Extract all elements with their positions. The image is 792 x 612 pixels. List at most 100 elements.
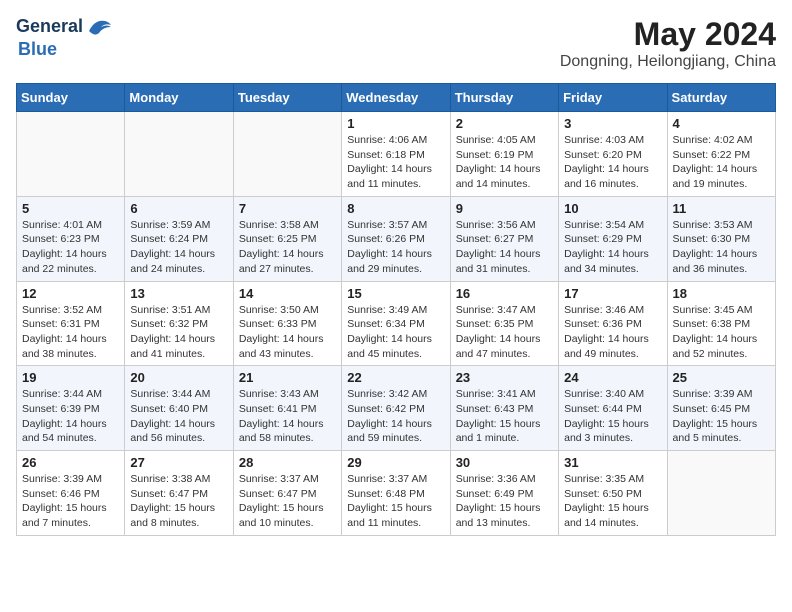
day-number: 23	[456, 370, 553, 385]
day-number: 18	[673, 286, 770, 301]
day-number: 22	[347, 370, 444, 385]
day-number: 15	[347, 286, 444, 301]
day-number: 19	[22, 370, 119, 385]
day-number: 8	[347, 201, 444, 216]
day-info: Sunrise: 3:57 AM Sunset: 6:26 PM Dayligh…	[347, 218, 444, 277]
calendar-week-row: 5 Sunrise: 4:01 AM Sunset: 6:23 PM Daylig…	[17, 196, 776, 281]
calendar-header: SundayMondayTuesdayWednesdayThursdayFrid…	[17, 84, 776, 112]
title-block: May 2024 Dongning, Heilongjiang, China	[560, 16, 776, 71]
day-info: Sunrise: 3:42 AM Sunset: 6:42 PM Dayligh…	[347, 387, 444, 446]
calendar-day-cell: 2 Sunrise: 4:05 AM Sunset: 6:19 PM Daylig…	[450, 112, 558, 197]
day-info: Sunrise: 3:52 AM Sunset: 6:31 PM Dayligh…	[22, 303, 119, 362]
calendar-day-cell: 5 Sunrise: 4:01 AM Sunset: 6:23 PM Daylig…	[17, 196, 125, 281]
weekday-header: Thursday	[450, 84, 558, 112]
day-number: 1	[347, 116, 444, 131]
logo-general: General	[16, 16, 83, 36]
day-info: Sunrise: 3:50 AM Sunset: 6:33 PM Dayligh…	[239, 303, 336, 362]
calendar-day-cell: 21 Sunrise: 3:43 AM Sunset: 6:41 PM Dayli…	[233, 366, 341, 451]
day-number: 29	[347, 455, 444, 470]
calendar-day-cell: 6 Sunrise: 3:59 AM Sunset: 6:24 PM Daylig…	[125, 196, 233, 281]
calendar-day-cell: 30 Sunrise: 3:36 AM Sunset: 6:49 PM Dayli…	[450, 451, 558, 536]
day-info: Sunrise: 4:05 AM Sunset: 6:19 PM Dayligh…	[456, 133, 553, 192]
calendar-day-cell: 9 Sunrise: 3:56 AM Sunset: 6:27 PM Daylig…	[450, 196, 558, 281]
day-number: 30	[456, 455, 553, 470]
day-info: Sunrise: 4:06 AM Sunset: 6:18 PM Dayligh…	[347, 133, 444, 192]
calendar-body: 1 Sunrise: 4:06 AM Sunset: 6:18 PM Daylig…	[17, 112, 776, 536]
day-info: Sunrise: 3:36 AM Sunset: 6:49 PM Dayligh…	[456, 472, 553, 531]
logo-bird-icon	[85, 17, 113, 39]
weekday-header: Saturday	[667, 84, 775, 112]
calendar-day-cell: 10Sunrise: 3:54 AM Sunset: 6:29 PM Dayli…	[559, 196, 667, 281]
calendar-day-cell: 20Sunrise: 3:44 AM Sunset: 6:40 PM Dayli…	[125, 366, 233, 451]
calendar-day-cell: 31 Sunrise: 3:35 AM Sunset: 6:50 PM Dayli…	[559, 451, 667, 536]
weekday-row: SundayMondayTuesdayWednesdayThursdayFrid…	[17, 84, 776, 112]
day-number: 31	[564, 455, 661, 470]
day-number: 24	[564, 370, 661, 385]
day-number: 13	[130, 286, 227, 301]
calendar-day-cell: 22 Sunrise: 3:42 AM Sunset: 6:42 PM Dayli…	[342, 366, 450, 451]
logo: General Blue	[16, 16, 113, 60]
day-info: Sunrise: 3:45 AM Sunset: 6:38 PM Dayligh…	[673, 303, 770, 362]
calendar-day-cell	[233, 112, 341, 197]
calendar-day-cell: 28 Sunrise: 3:37 AM Sunset: 6:47 PM Dayli…	[233, 451, 341, 536]
calendar-day-cell: 19Sunrise: 3:44 AM Sunset: 6:39 PM Dayli…	[17, 366, 125, 451]
day-number: 16	[456, 286, 553, 301]
calendar-table: SundayMondayTuesdayWednesdayThursdayFrid…	[16, 83, 776, 536]
day-info: Sunrise: 3:44 AM Sunset: 6:40 PM Dayligh…	[130, 387, 227, 446]
day-info: Sunrise: 3:37 AM Sunset: 6:47 PM Dayligh…	[239, 472, 336, 531]
calendar-day-cell: 11 Sunrise: 3:53 AM Sunset: 6:30 PM Dayli…	[667, 196, 775, 281]
day-info: Sunrise: 3:35 AM Sunset: 6:50 PM Dayligh…	[564, 472, 661, 531]
day-info: Sunrise: 4:03 AM Sunset: 6:20 PM Dayligh…	[564, 133, 661, 192]
day-number: 25	[673, 370, 770, 385]
day-number: 21	[239, 370, 336, 385]
day-number: 10	[564, 201, 661, 216]
calendar-day-cell: 26 Sunrise: 3:39 AM Sunset: 6:46 PM Dayli…	[17, 451, 125, 536]
day-info: Sunrise: 3:39 AM Sunset: 6:45 PM Dayligh…	[673, 387, 770, 446]
calendar-day-cell: 7Sunrise: 3:58 AM Sunset: 6:25 PM Daylig…	[233, 196, 341, 281]
day-info: Sunrise: 3:39 AM Sunset: 6:46 PM Dayligh…	[22, 472, 119, 531]
calendar-day-cell: 23 Sunrise: 3:41 AM Sunset: 6:43 PM Dayli…	[450, 366, 558, 451]
day-info: Sunrise: 3:37 AM Sunset: 6:48 PM Dayligh…	[347, 472, 444, 531]
calendar-day-cell: 13 Sunrise: 3:51 AM Sunset: 6:32 PM Dayli…	[125, 281, 233, 366]
day-number: 28	[239, 455, 336, 470]
day-info: Sunrise: 3:59 AM Sunset: 6:24 PM Dayligh…	[130, 218, 227, 277]
weekday-header: Friday	[559, 84, 667, 112]
day-number: 5	[22, 201, 119, 216]
calendar-week-row: 19Sunrise: 3:44 AM Sunset: 6:39 PM Dayli…	[17, 366, 776, 451]
calendar-day-cell: 12Sunrise: 3:52 AM Sunset: 6:31 PM Dayli…	[17, 281, 125, 366]
calendar-day-cell: 1 Sunrise: 4:06 AM Sunset: 6:18 PM Daylig…	[342, 112, 450, 197]
calendar-day-cell	[17, 112, 125, 197]
calendar-day-cell: 24Sunrise: 3:40 AM Sunset: 6:44 PM Dayli…	[559, 366, 667, 451]
calendar-day-cell	[125, 112, 233, 197]
day-number: 3	[564, 116, 661, 131]
day-info: Sunrise: 3:38 AM Sunset: 6:47 PM Dayligh…	[130, 472, 227, 531]
calendar-day-cell	[667, 451, 775, 536]
day-info: Sunrise: 3:46 AM Sunset: 6:36 PM Dayligh…	[564, 303, 661, 362]
weekday-header: Monday	[125, 84, 233, 112]
day-number: 27	[130, 455, 227, 470]
day-info: Sunrise: 3:53 AM Sunset: 6:30 PM Dayligh…	[673, 218, 770, 277]
day-info: Sunrise: 3:43 AM Sunset: 6:41 PM Dayligh…	[239, 387, 336, 446]
day-info: Sunrise: 3:47 AM Sunset: 6:35 PM Dayligh…	[456, 303, 553, 362]
calendar-day-cell: 8 Sunrise: 3:57 AM Sunset: 6:26 PM Daylig…	[342, 196, 450, 281]
day-number: 9	[456, 201, 553, 216]
day-info: Sunrise: 4:02 AM Sunset: 6:22 PM Dayligh…	[673, 133, 770, 192]
calendar-week-row: 1 Sunrise: 4:06 AM Sunset: 6:18 PM Daylig…	[17, 112, 776, 197]
weekday-header: Sunday	[17, 84, 125, 112]
calendar-day-cell: 4 Sunrise: 4:02 AM Sunset: 6:22 PM Daylig…	[667, 112, 775, 197]
day-info: Sunrise: 3:41 AM Sunset: 6:43 PM Dayligh…	[456, 387, 553, 446]
calendar-week-row: 26 Sunrise: 3:39 AM Sunset: 6:46 PM Dayli…	[17, 451, 776, 536]
calendar-day-cell: 29 Sunrise: 3:37 AM Sunset: 6:48 PM Dayli…	[342, 451, 450, 536]
day-number: 26	[22, 455, 119, 470]
weekday-header: Wednesday	[342, 84, 450, 112]
day-info: Sunrise: 3:56 AM Sunset: 6:27 PM Dayligh…	[456, 218, 553, 277]
day-info: Sunrise: 4:01 AM Sunset: 6:23 PM Dayligh…	[22, 218, 119, 277]
day-number: 6	[130, 201, 227, 216]
day-number: 2	[456, 116, 553, 131]
month-title: May 2024	[560, 16, 776, 53]
day-number: 11	[673, 201, 770, 216]
day-info: Sunrise: 3:49 AM Sunset: 6:34 PM Dayligh…	[347, 303, 444, 362]
day-info: Sunrise: 3:51 AM Sunset: 6:32 PM Dayligh…	[130, 303, 227, 362]
location: Dongning, Heilongjiang, China	[560, 53, 776, 71]
day-number: 4	[673, 116, 770, 131]
